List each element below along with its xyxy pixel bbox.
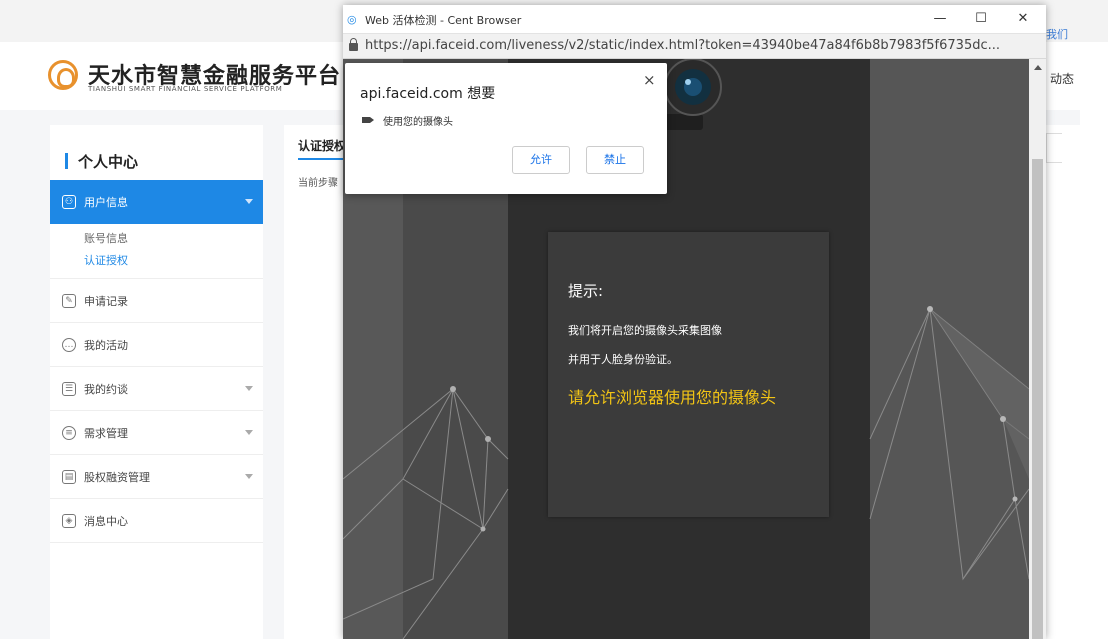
side-widget[interactable]: [1046, 133, 1062, 163]
close-window-button[interactable]: ✕: [1005, 7, 1041, 31]
sidebar-item-label: 用户信息: [84, 196, 128, 209]
submenu-user-info: 账号信息 认证授权: [50, 224, 263, 279]
calendar-icon: ☰: [62, 381, 76, 396]
title-accent-bar: [65, 153, 68, 169]
nav-item-news[interactable]: 动态: [1050, 70, 1074, 87]
submenu-item-account-info[interactable]: 账号信息: [84, 228, 263, 250]
sidebar-item-equity-financing[interactable]: ▤ 股权融资管理: [50, 455, 263, 499]
tab-authorization[interactable]: 认证授权: [298, 137, 346, 154]
permission-title: api.faceid.com 想要: [360, 86, 496, 102]
tip-highlight: 请允许浏览器使用您的摄像头: [568, 388, 777, 407]
sidebar-item-appointments[interactable]: ☰ 我的约谈: [50, 367, 263, 411]
site-logo[interactable]: 天水市智慧金融服务平台 TIANSHUI SMART FINANCIAL SER…: [48, 58, 348, 98]
tip-dialog: 提示: 我们将开启您的摄像头采集图像 并用于人脸身份验证。 请允许浏览器使用您的…: [548, 232, 829, 517]
document-icon: ▤: [62, 469, 76, 484]
address-bar[interactable]: https://api.faceid.com/liveness/v2/stati…: [343, 33, 1046, 59]
close-icon[interactable]: ×: [643, 71, 656, 89]
sidebar-item-label: 需求管理: [84, 426, 128, 440]
chevron-down-icon: [245, 430, 253, 435]
chevron-down-icon: [245, 199, 253, 204]
sidebar-item-activities[interactable]: … 我的活动: [50, 323, 263, 367]
sidebar-item-label: 我的活动: [84, 338, 128, 352]
sidebar-item-label: 消息中心: [84, 514, 128, 528]
scroll-up-arrow-icon[interactable]: [1034, 65, 1042, 70]
permission-request: 使用您的摄像头: [383, 117, 453, 128]
browser-logo-icon: ◎: [347, 13, 357, 26]
sidebar-item-user-info[interactable]: ⚇ 用户信息: [50, 180, 263, 224]
top-right-link[interactable]: 我们: [1046, 26, 1068, 42]
sidebar-item-demands[interactable]: ≡ 需求管理: [50, 411, 263, 455]
sidebar-item-label: 我的约谈: [84, 382, 128, 396]
sidebar-item-applications[interactable]: ✎ 申请记录: [50, 279, 263, 323]
message-icon: ≡: [62, 425, 76, 440]
block-button[interactable]: 禁止: [586, 146, 644, 174]
window-titlebar[interactable]: ◎ Web 活体检测 - Cent Browser — ☐ ✕: [343, 5, 1046, 33]
logo-emblem-icon: [48, 60, 78, 90]
sidebar-item-label: 申请记录: [84, 294, 128, 308]
maximize-button[interactable]: ☐: [963, 7, 999, 31]
tip-line-1: 我们将开启您的摄像头采集图像: [568, 324, 722, 337]
minimize-button[interactable]: —: [922, 7, 958, 31]
tip-line-2: 并用于人脸身份验证。: [568, 353, 678, 366]
vertical-scrollbar[interactable]: [1029, 59, 1046, 639]
submenu-item-authorization[interactable]: 认证授权: [84, 250, 263, 272]
window-title: Web 活体检测 - Cent Browser: [365, 14, 522, 27]
sidebar-item-messages[interactable]: ◈ 消息中心: [50, 499, 263, 543]
tip-title: 提示:: [568, 282, 604, 300]
user-icon: ⚇: [62, 195, 76, 209]
url-text[interactable]: https://api.faceid.com/liveness/v2/stati…: [365, 38, 1000, 53]
lock-icon[interactable]: [349, 38, 358, 51]
bg-right-panel: [870, 59, 1029, 639]
chevron-down-icon: [245, 386, 253, 391]
sidebar-item-label: 股权融资管理: [84, 470, 150, 484]
sidebar-title: 个人中心: [50, 125, 263, 180]
edit-icon: ✎: [62, 293, 76, 308]
current-step-label: 当前步骤: [298, 178, 338, 189]
camera-icon: [362, 117, 374, 123]
chevron-down-icon: [245, 474, 253, 479]
logo-subtitle: TIANSHUI SMART FINANCIAL SERVICE PLATFOR…: [88, 85, 283, 93]
box-icon: ◈: [62, 513, 76, 528]
chat-icon: …: [62, 337, 76, 352]
camera-permission-dialog: api.faceid.com 想要 × 使用您的摄像头 允许 禁止: [345, 63, 667, 194]
allow-button[interactable]: 允许: [512, 146, 570, 174]
sidebar: 个人中心 ⚇ 用户信息 账号信息 认证授权 ✎ 申请记录 … 我的活动 ☰ 我的…: [50, 125, 263, 639]
scroll-thumb[interactable]: [1032, 159, 1043, 639]
